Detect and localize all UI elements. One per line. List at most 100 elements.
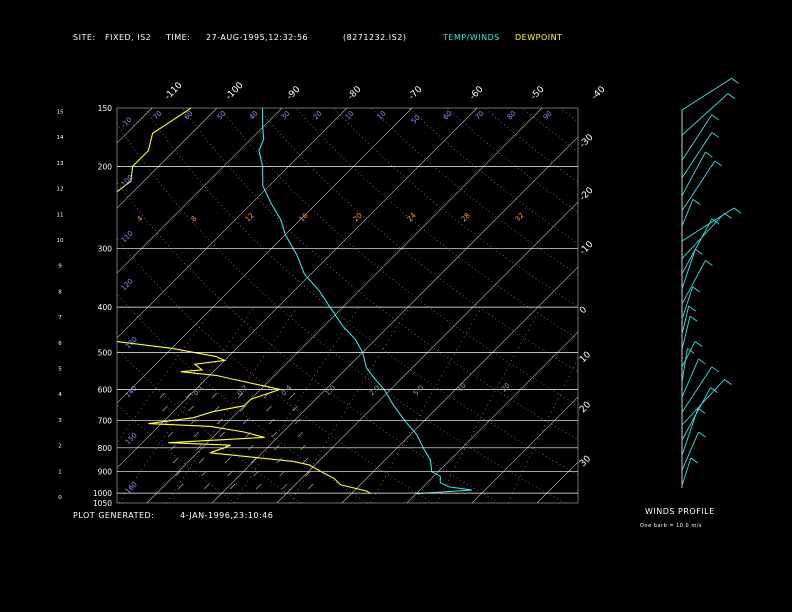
wind-barb — [698, 358, 706, 365]
dry-adiabat-label: 40 — [248, 109, 260, 121]
mixing-ratio-label: 20 — [500, 381, 512, 393]
mixing-ratio-label: 20 — [352, 211, 364, 223]
right-temperature-label: -10 — [578, 239, 596, 257]
dry-adiabat-line — [257, 108, 578, 373]
height-tick-label: 7 — [58, 315, 62, 321]
decor-dash — [203, 483, 210, 490]
decor-dash — [185, 392, 192, 399]
height-tick-label: 12 — [57, 187, 64, 193]
top-temperature-label: -40 — [590, 84, 608, 102]
wind-barb — [714, 160, 723, 167]
wind-shaft — [681, 457, 692, 486]
height-tick-label: 15 — [57, 110, 64, 116]
skew-t-chart: 1502003004005006007008009001000105001234… — [0, 78, 792, 508]
mixing-ratio-label: 28 — [460, 211, 472, 223]
mixing-ratio-label: 0.4 — [280, 383, 294, 397]
height-tick-label: 13 — [57, 161, 64, 167]
height-tick-label: 1 — [58, 469, 62, 475]
dry-adiabat-label: 50 — [410, 113, 422, 125]
wind-barb — [731, 78, 739, 84]
temperature-curve — [258, 108, 473, 495]
height-tick-label: 11 — [57, 212, 64, 218]
decor-dash — [167, 431, 174, 438]
dewpoint-curve — [117, 108, 372, 495]
top-temperature-label: -100 — [224, 80, 246, 102]
pressure-tick-label: 500 — [98, 348, 113, 357]
decor-dash — [216, 418, 223, 425]
isotherm-line — [406, 331, 578, 503]
decor-dash — [172, 457, 179, 464]
wind-barb — [692, 198, 701, 205]
top-temperature-label: -80 — [346, 84, 364, 102]
decor-dash — [177, 483, 184, 490]
dry-adiabat-label: 100 — [120, 173, 135, 188]
top-temperature-label: -70 — [407, 84, 425, 102]
isotherm-line — [117, 108, 478, 469]
dry-adiabat-line — [295, 108, 578, 340]
height-tick-label: 0 — [58, 495, 62, 501]
dry-adiabat-line — [219, 108, 578, 406]
right-temperature-label: 10 — [578, 350, 593, 365]
height-tick-label: 6 — [58, 341, 62, 347]
dry-adiabat-line — [560, 108, 578, 123]
decor-dash — [229, 483, 236, 490]
wind-barb — [694, 341, 703, 347]
mixing-ratio-label: 2.0 — [368, 384, 382, 398]
wind-shaft — [681, 387, 711, 441]
mixing-ratio-label: 0.1 — [192, 384, 206, 398]
decor-dash — [297, 431, 304, 438]
decor-dash — [255, 483, 262, 490]
wind-barb — [692, 286, 700, 293]
wind-shaft — [681, 286, 694, 320]
pressure-tick-label: 150 — [98, 104, 113, 113]
dry-adiabat-line — [446, 108, 578, 213]
isotherm-line — [536, 461, 578, 503]
decor-dash — [266, 405, 272, 412]
mixing-ratio-line — [118, 306, 255, 503]
decor-dash — [281, 483, 288, 490]
mixing-ratio-line — [117, 306, 214, 444]
dry-adiabat-line — [182, 108, 578, 440]
mixing-ratio-label: 16 — [298, 211, 310, 223]
mixing-ratio-label: 8 — [190, 215, 199, 224]
height-tick-label: 5 — [58, 367, 62, 373]
dry-adiabat-line — [117, 348, 302, 503]
wind-shaft — [681, 316, 691, 350]
dry-adiabat-label: 90 — [542, 109, 554, 121]
dry-adiabat-line — [484, 108, 578, 183]
dry-adiabat-line — [117, 181, 499, 503]
right-temperature-label: 0 — [578, 305, 589, 316]
wind-shaft — [681, 341, 696, 368]
isotherm-line — [341, 266, 578, 503]
dry-adiabat-label: 70 — [152, 109, 164, 121]
isotherm-line — [0, 108, 22, 503]
dry-adiabat-label: 80 — [506, 109, 518, 121]
isotherm-line — [732, 108, 792, 503]
decor-dash — [193, 431, 200, 438]
wind-barb — [733, 207, 742, 214]
wind-barb — [705, 260, 713, 266]
wind-shaft — [681, 132, 713, 179]
wind-shaft — [681, 431, 699, 471]
wind-shaft — [681, 78, 732, 111]
pressure-tick-label: 1000 — [93, 489, 112, 498]
mixing-ratio-label: 24 — [406, 211, 418, 223]
isotherm-line — [0, 108, 87, 503]
wind-barb — [711, 114, 720, 121]
height-tick-label: 2 — [58, 444, 62, 450]
pressure-tick-label: 600 — [98, 385, 113, 394]
dry-adiabat-label: 60 — [183, 109, 195, 121]
decor-dash — [224, 457, 231, 464]
dry-adiabat-line — [674, 108, 792, 503]
decor-dash — [162, 405, 168, 412]
isotherm-line — [471, 396, 578, 503]
right-temperature-label: -30 — [578, 132, 596, 150]
height-tick-label: 10 — [57, 238, 64, 244]
top-temperature-label: -50 — [529, 84, 547, 102]
decor-dash — [190, 418, 197, 425]
dry-adiabat-label: 10 — [344, 109, 356, 121]
mixing-ratio-label: 32 — [514, 211, 526, 223]
mixing-ratio-line — [436, 306, 542, 503]
decor-dash — [198, 457, 205, 464]
pressure-tick-label: 800 — [98, 444, 113, 453]
